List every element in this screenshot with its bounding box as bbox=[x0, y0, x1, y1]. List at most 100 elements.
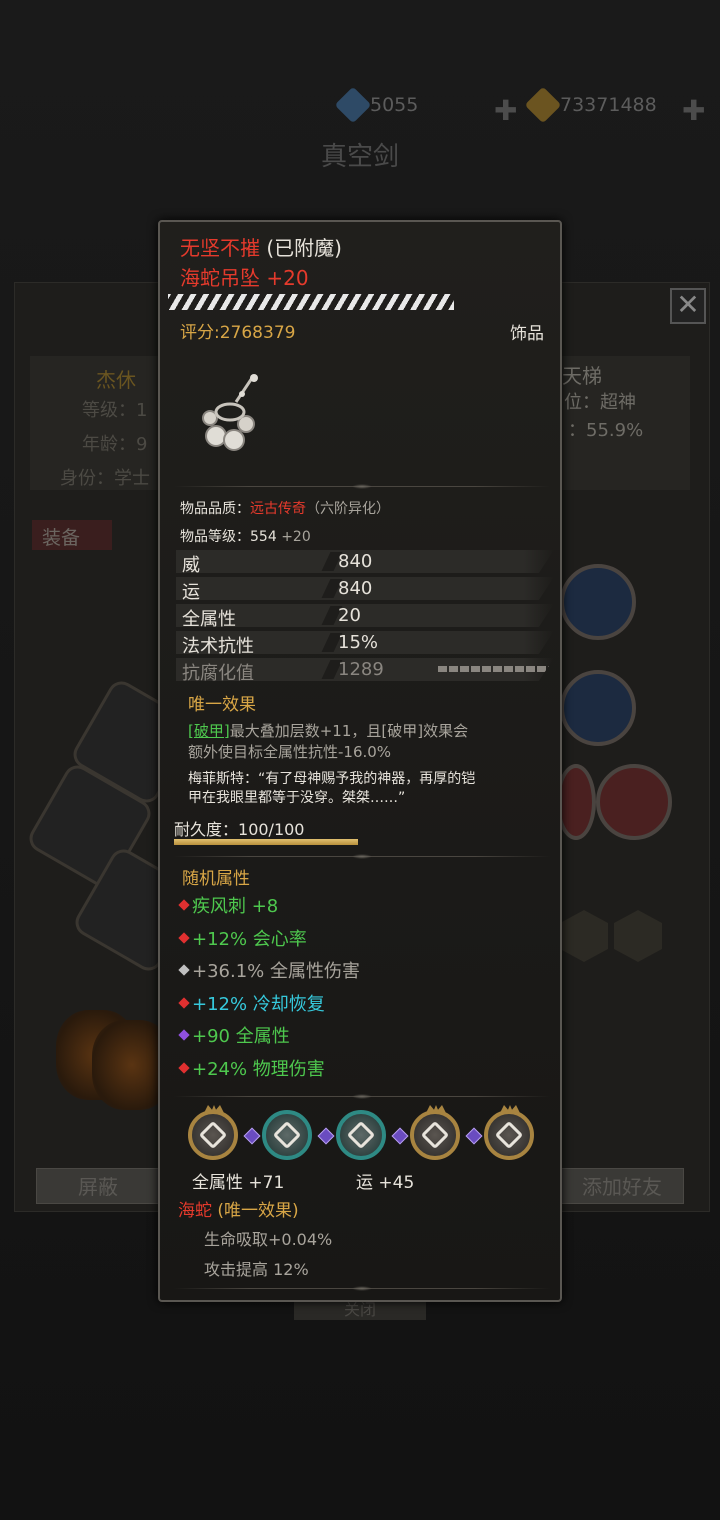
rank-label: 位：超神 bbox=[564, 392, 636, 413]
gold-value: 73371488 bbox=[560, 94, 657, 116]
socket-bonus-2: 运 +45 bbox=[356, 1173, 415, 1193]
random-attr-item: +90 全属性 bbox=[178, 1022, 290, 1048]
stat-row: 抗腐化值 1289 bbox=[176, 658, 554, 681]
add-friend-button[interactable]: 添加好友 bbox=[560, 1168, 684, 1204]
unique-effect-text: 最大叠加层数+11，且[破甲]效果会 bbox=[229, 722, 469, 740]
skill-elements-icon[interactable] bbox=[596, 764, 672, 840]
set-name: 海蛇 bbox=[178, 1201, 212, 1221]
crown-icon bbox=[426, 1105, 446, 1113]
quality-value: 远古传奇 bbox=[250, 501, 306, 517]
socket-bonus-1: 全属性 +71 bbox=[192, 1173, 285, 1193]
item-tooltip: 无坚不摧 (已附魔) 海蛇吊坠 +20 评分:2768379 饰品 物品品质：远… bbox=[158, 220, 562, 1302]
quality-tier: （六阶异化） bbox=[306, 501, 390, 517]
durability-value: 100/100 bbox=[238, 820, 305, 839]
random-attr-item: +36.1% 全属性伤害 bbox=[178, 957, 360, 983]
quality-label: 物品品质： bbox=[180, 501, 250, 517]
gem-socket-row bbox=[184, 1105, 540, 1166]
set-effect-2: 攻击提高 12% bbox=[204, 1260, 309, 1279]
add-gold-button[interactable]: ✚ bbox=[682, 94, 705, 127]
equip-tab[interactable]: 装备 bbox=[32, 520, 112, 550]
rate-label: ：55.9% bbox=[568, 420, 644, 441]
add-diamond-button[interactable]: ✚ bbox=[494, 94, 517, 127]
gold-counter: 73371488 bbox=[524, 86, 657, 124]
unique-effect-line2: 额外使目标全属性抗性-16.0% bbox=[188, 743, 392, 761]
socket-link-icon bbox=[243, 1127, 261, 1145]
gem-icon bbox=[420, 1120, 450, 1150]
stat-label: 法术抗性 bbox=[182, 636, 254, 657]
random-attr-text: +12% 冷却恢复 bbox=[192, 993, 325, 1015]
stat-row: 威 840 bbox=[176, 550, 554, 573]
profile-age: 年龄：9 bbox=[82, 434, 148, 455]
crown-icon bbox=[204, 1105, 224, 1113]
unique-effect-title: 唯一效果 bbox=[188, 695, 256, 715]
random-attr-text: +24% 物理伤害 bbox=[192, 1058, 325, 1080]
profile-identity: 身份：学士 bbox=[60, 468, 150, 489]
profile-level: 等级：1 bbox=[82, 400, 148, 421]
set-effect-1: 生命吸取+0.04% bbox=[204, 1230, 333, 1249]
socket-link-icon bbox=[391, 1127, 409, 1145]
durability-line: 耐久度：100/100 bbox=[174, 816, 304, 840]
durability-bar bbox=[174, 839, 358, 845]
gem-icon bbox=[272, 1120, 302, 1150]
pendant-icon bbox=[202, 374, 258, 451]
block-button[interactable]: 屏蔽 bbox=[36, 1168, 160, 1204]
stat-value: 840 bbox=[338, 578, 373, 599]
section-divider bbox=[174, 1286, 550, 1291]
gem-icon bbox=[198, 1120, 228, 1150]
stat-value: 15% bbox=[338, 632, 379, 653]
gem-bullet-icon bbox=[178, 964, 190, 976]
stat-row: 法术抗性 15% bbox=[176, 631, 554, 654]
gem-socket[interactable] bbox=[188, 1105, 238, 1160]
stat-row: 运 840 bbox=[176, 577, 554, 600]
gem-bullet-icon bbox=[178, 1029, 190, 1041]
stat-label: 运 bbox=[182, 582, 200, 603]
gem-socket[interactable] bbox=[410, 1105, 460, 1160]
unique-effect-tag[interactable]: [破甲] bbox=[188, 722, 230, 740]
stat-label: 全属性 bbox=[182, 609, 236, 630]
random-attr-item: +12% 会心率 bbox=[178, 925, 307, 951]
lore-line2: 甲在我眼里都等于没穿。桀桀……” bbox=[188, 790, 406, 806]
gem-icon bbox=[346, 1120, 376, 1150]
random-attr-item: +12% 冷却恢复 bbox=[178, 990, 325, 1016]
score-label: 评分: bbox=[180, 323, 220, 343]
skill-partial-icon[interactable] bbox=[556, 764, 596, 840]
lore-line1: 梅菲斯特：“有了母神赐予我的神器，再厚的铠 bbox=[188, 771, 476, 787]
socket-link-icon bbox=[317, 1127, 335, 1145]
random-attr-text: +36.1% 全属性伤害 bbox=[192, 961, 360, 982]
level-value: 554 bbox=[250, 529, 277, 545]
random-attr-item: 疾风刺 +8 bbox=[178, 892, 278, 918]
corruption-resist-bar bbox=[438, 666, 554, 672]
random-attr-item: +24% 物理伤害 bbox=[178, 1055, 325, 1081]
stat-value: 20 bbox=[338, 605, 361, 626]
close-icon[interactable]: ✕ bbox=[670, 288, 706, 324]
diamond-value: 5055 bbox=[370, 94, 419, 116]
rarity-stripe bbox=[168, 294, 454, 310]
stat-value: 1289 bbox=[338, 659, 384, 680]
background-title: 真空剑 bbox=[320, 142, 399, 172]
quality-line: 物品品质：远古传奇（六阶异化） bbox=[180, 498, 390, 518]
gold-gem-icon bbox=[524, 86, 562, 124]
gem-socket[interactable] bbox=[262, 1110, 312, 1160]
enchant-state: (已附魔) bbox=[266, 236, 342, 260]
gem-socket[interactable] bbox=[336, 1110, 386, 1160]
score-value: 2768379 bbox=[219, 323, 296, 343]
level-bonus: +20 bbox=[281, 529, 311, 545]
item-category: 饰品 bbox=[510, 324, 544, 344]
stat-row: 全属性 20 bbox=[176, 604, 554, 627]
durability-label: 耐久度： bbox=[174, 820, 239, 839]
random-attr-text: +90 全属性 bbox=[192, 1026, 290, 1047]
gem-socket[interactable] bbox=[484, 1105, 534, 1160]
set-header: 海蛇 (唯一效果) bbox=[178, 1196, 299, 1221]
section-divider bbox=[174, 854, 550, 859]
crown-icon bbox=[500, 1105, 520, 1113]
set-tag: (唯一效果) bbox=[217, 1201, 299, 1221]
section-divider bbox=[174, 484, 550, 489]
random-attr-text: +12% 会心率 bbox=[192, 928, 307, 950]
screen: 5055 ✚ 73371488 ✚ 真空剑 ✕ 杰休 等级：1 年龄：9 身份：… bbox=[0, 0, 720, 1520]
skill-fist-icon[interactable] bbox=[560, 670, 636, 746]
item-title-line: 无坚不摧 (已附魔) bbox=[180, 232, 342, 261]
skill-lightning-icon[interactable] bbox=[560, 564, 636, 640]
gem-icon bbox=[494, 1120, 524, 1150]
blue-gem-icon bbox=[334, 86, 372, 124]
stat-label: 抗腐化值 bbox=[182, 663, 254, 684]
